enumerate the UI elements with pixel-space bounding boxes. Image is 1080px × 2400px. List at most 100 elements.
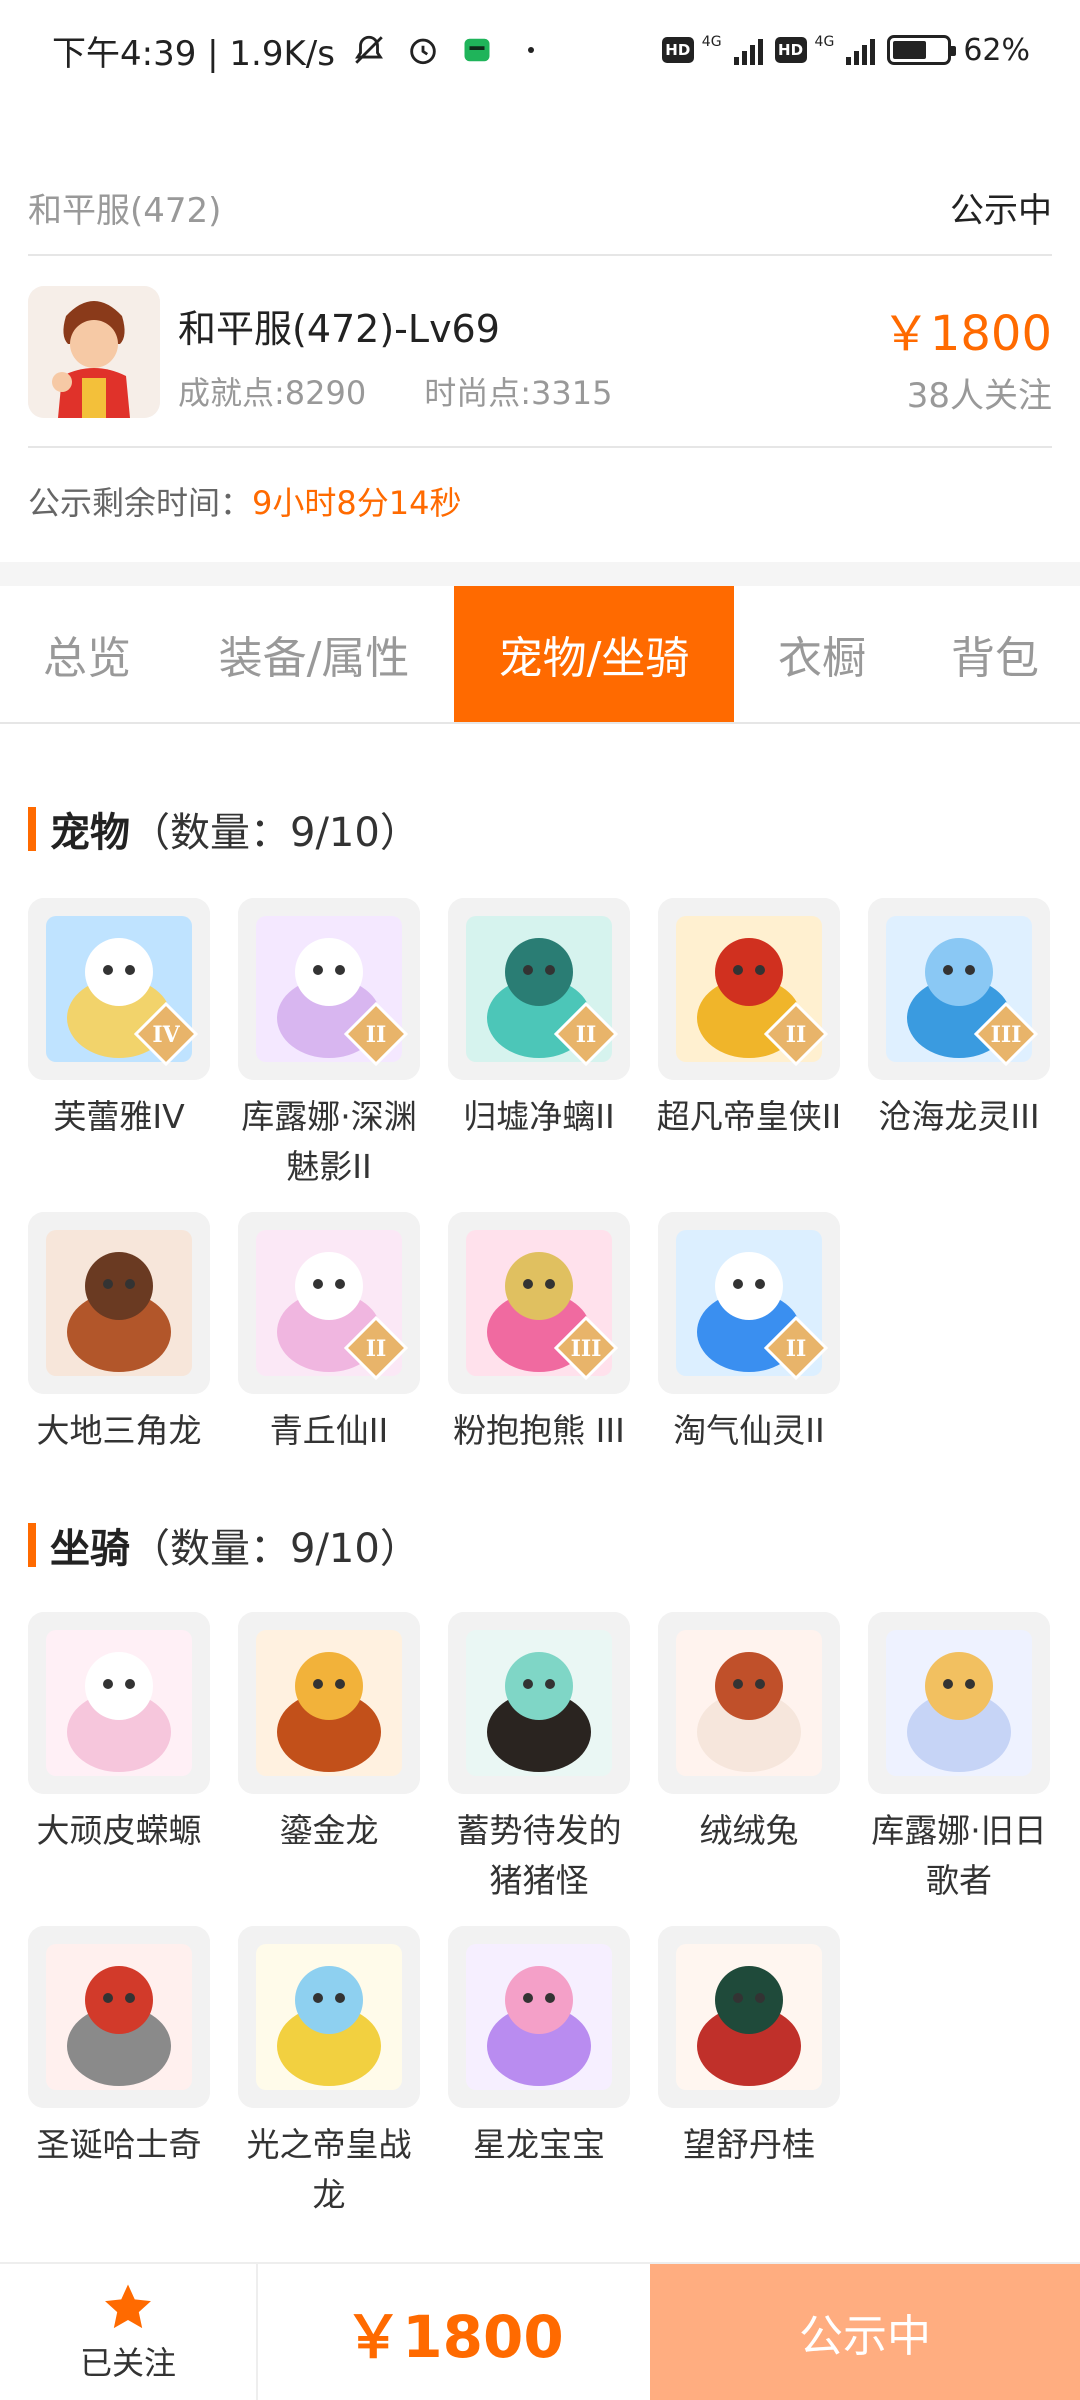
section-marker — [28, 807, 36, 851]
mount-item-name: 光之帝皇战龙 — [246, 2125, 412, 2214]
pet-item[interactable]: III 沧海龙灵III — [868, 898, 1050, 1192]
server-row: 和平服(472) 公示中 — [28, 160, 1052, 256]
pet-item-thumbnail: II — [658, 1212, 840, 1394]
svg-text:II: II — [786, 1336, 807, 1362]
tier-badge: II — [344, 1002, 408, 1066]
mount-item[interactable]: 光之帝皇战龙 — [238, 1926, 420, 2220]
bottom-price: ￥1800 — [344, 2303, 564, 2371]
character-stats: 成就点:8290 时尚点:3315 — [178, 368, 612, 414]
item-image — [28, 1212, 210, 1394]
pet-item[interactable]: II 库露娜·深渊魅影II — [238, 898, 420, 1192]
mount-item[interactable]: 圣诞哈士奇 — [28, 1926, 210, 2220]
mount-item-name: 望舒丹桂 — [683, 2125, 815, 2164]
pet-item-name: 粉抱抱熊 III — [453, 1411, 625, 1450]
hd-badge: HD — [661, 37, 694, 63]
achievement-points: 成就点:8290 — [178, 374, 367, 412]
mount-item-thumbnail — [238, 1612, 420, 1794]
pet-item[interactable]: IV 芙蕾雅IV — [28, 898, 210, 1192]
status-bar: 下午4:39 | 1.9K/s HD 4G HD 4G 62% — [0, 0, 1080, 100]
pet-item[interactable]: II 归墟净螭II — [448, 898, 630, 1192]
network-type: 4G — [701, 34, 722, 50]
tab-pets-mounts[interactable]: 宠物/坐骑 — [454, 586, 734, 722]
countdown-label: 公示剩余时间： — [28, 484, 253, 522]
mount-item-thumbnail — [28, 1612, 210, 1794]
pet-item-thumbnail: II — [448, 898, 630, 1080]
svg-text:II: II — [366, 1022, 387, 1048]
battery-icon — [887, 35, 957, 65]
tab-wardrobe[interactable]: 衣橱 — [734, 586, 910, 722]
tab-bar: 总览 装备/属性 宠物/坐骑 衣橱 背包 — [0, 586, 1080, 724]
pet-item-name: 芙蕾雅IV — [53, 1097, 185, 1136]
pet-item-name: 归墟净螭II — [463, 1097, 615, 1136]
app-icon — [457, 30, 497, 70]
item-image — [238, 1926, 420, 2108]
pet-item-thumbnail: IV — [28, 898, 210, 1080]
listing-status: 公示中 — [950, 190, 1052, 231]
pet-item-name: 淘气仙灵II — [673, 1411, 825, 1450]
follow-label: 已关注 — [79, 2344, 176, 2382]
fashion-points: 时尚点:3315 — [424, 374, 613, 412]
network-type: 4G — [814, 34, 835, 50]
item-image — [658, 1612, 840, 1794]
tab-overview[interactable]: 总览 — [0, 586, 174, 722]
tier-badge: III — [974, 1002, 1038, 1066]
signal-icon — [846, 35, 876, 65]
mount-item[interactable]: 蓄势待发的猪猪怪 — [448, 1612, 630, 1906]
alarm-icon — [403, 30, 443, 70]
svg-text:III: III — [571, 1336, 602, 1362]
svg-text:III: III — [991, 1022, 1022, 1048]
tab-equipment[interactable]: 装备/属性 — [174, 586, 454, 722]
status-action-button[interactable]: 公示中 — [650, 2264, 1080, 2400]
pet-item[interactable]: III 粉抱抱熊 III — [448, 1212, 630, 1456]
pet-item[interactable]: II 淘气仙灵II — [658, 1212, 840, 1456]
mounts-section-title: 坐骑 （数量：9/10） — [28, 1516, 420, 1574]
pet-item-name: 库露娜·深渊魅影II — [241, 1097, 417, 1186]
mount-item-thumbnail — [658, 1612, 840, 1794]
section-marker — [28, 1523, 36, 1567]
followers-count: 38人关注 — [906, 376, 1052, 416]
mount-item[interactable]: 望舒丹桂 — [658, 1926, 840, 2220]
mounts-grid: 大顽皮蝾螈 鎏金龙 蓄势待发的猪猪怪 绒绒兔 库露娜·旧日歌者圣诞哈士奇 光之帝皇战龙 星龙… — [28, 1612, 1052, 2220]
hd-badge: HD — [774, 37, 807, 63]
mount-item-name: 鎏金龙 — [279, 1811, 379, 1850]
mount-item[interactable]: 星龙宝宝 — [448, 1926, 630, 2220]
tier-badge: III — [554, 1316, 618, 1380]
mount-item[interactable]: 大顽皮蝾螈 — [28, 1612, 210, 1906]
mount-item[interactable]: 库露娜·旧日歌者 — [868, 1612, 1050, 1906]
mount-item[interactable]: 鎏金龙 — [238, 1612, 420, 1906]
pet-item[interactable]: II 青丘仙II — [238, 1212, 420, 1456]
svg-text:II: II — [576, 1022, 597, 1048]
tier-badge: II — [344, 1316, 408, 1380]
item-image — [238, 1612, 420, 1794]
mount-item-name: 圣诞哈士奇 — [36, 2125, 202, 2164]
tier-badge: IV — [134, 1002, 198, 1066]
time-speed: 下午4:39 | 1.9K/s — [52, 33, 335, 74]
character-card[interactable]: 和平服(472)-Lv69 成就点:8290 时尚点:3315 ￥1800 38… — [28, 258, 1052, 448]
pet-item-name: 沧海龙灵III — [878, 1097, 1040, 1136]
mount-item[interactable]: 绒绒兔 — [658, 1612, 840, 1906]
mount-item-thumbnail — [658, 1926, 840, 2108]
pet-item[interactable]: 大地三角龙 — [28, 1212, 210, 1456]
countdown: 公示剩余时间：9小时8分14秒 — [28, 478, 461, 524]
mount-item-thumbnail — [448, 1926, 630, 2108]
svg-text:IV: IV — [152, 1022, 180, 1048]
item-image — [448, 1926, 630, 2108]
mount-item-name: 库露娜·旧日歌者 — [871, 1811, 1047, 1900]
pet-item-name: 大地三角龙 — [36, 1411, 202, 1450]
follow-button[interactable]: 已关注 — [0, 2264, 258, 2400]
pet-item-thumbnail: II — [238, 1212, 420, 1394]
server-name: 和平服(472) — [28, 190, 222, 231]
pet-item[interactable]: II 超凡帝皇侠II — [657, 898, 841, 1192]
pet-item-thumbnail: III — [868, 898, 1050, 1080]
pet-item-thumbnail: III — [448, 1212, 630, 1394]
mount-item-name: 蓄势待发的猪猪怪 — [456, 1811, 622, 1900]
item-image — [868, 1612, 1050, 1794]
mount-item-name: 星龙宝宝 — [473, 2125, 605, 2164]
tier-badge: II — [764, 1316, 828, 1380]
tab-backpack[interactable]: 背包 — [910, 586, 1080, 722]
mute-bell-icon — [349, 30, 389, 70]
mounts-count: （数量：9/10） — [130, 1526, 420, 1572]
svg-text:II: II — [366, 1336, 387, 1362]
pets-title: 宠物 — [50, 810, 130, 856]
pets-count: （数量：9/10） — [130, 810, 420, 856]
